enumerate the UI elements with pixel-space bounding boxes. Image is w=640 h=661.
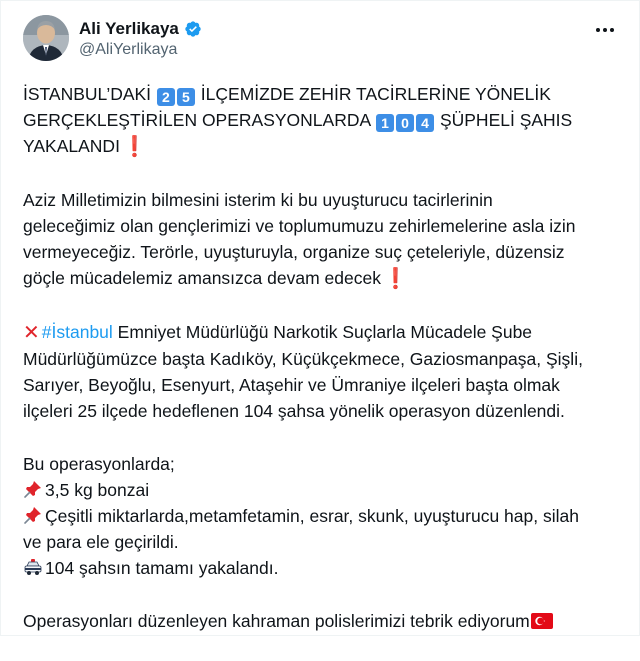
tweet-paragraph-operation: ✕ #İstanbul Emniyet Müdürlüğü Narkotik Su… [23,319,623,424]
text-line: Müdürlüğümüzce başta Kadıköy, Küçükçekme… [23,349,583,369]
closing-text: Operasyonları düzenleyen kahraman polisl… [23,611,530,631]
tweet-paragraph-closing: Operasyonları düzenleyen kahraman polisl… [23,608,623,634]
headline-text: GERÇEKLEŞTİRİLEN OPERASYONLARDA [23,110,371,130]
text-line: Sarıyer, Beyoğlu, Esenyurt, Ataşehir ve … [23,375,560,395]
text-line: Bu operasyonlarda; [23,454,175,474]
author-handle[interactable]: @AliYerlikaya [79,41,177,59]
keycap-digit-icon: 1 [376,114,395,132]
pushpin-icon [24,481,41,498]
keycap-digit-icon: 0 [396,114,415,132]
keycap-digit-icon: 4 [416,114,435,132]
pushpin-icon [24,507,41,524]
tweet-paragraph-statement: Aziz Milletimizin bilmesini isterim ki b… [23,187,623,292]
text-line: ilçeleri 25 ilçede hedeflenen 104 şahsa … [23,401,565,421]
text-line: geleceğimiz olan gençlerimizi ve toplumu… [23,216,576,236]
tweet-text: İSTANBUL’DAKİ 25 İLÇEMİZDE ZEHİR TACİRLE… [23,81,623,661]
avatar[interactable] [23,15,69,61]
text-line: Aziz Milletimizin bilmesini isterim ki b… [23,190,493,210]
tweet-paragraph-headline: İSTANBUL’DAKİ 25 İLÇEMİZDE ZEHİR TACİRLE… [23,81,623,160]
headline-text: YAKALANDI [23,136,120,156]
text-line: 3,5 kg bonzai [23,477,623,503]
statement-text: göçle mücadelemiz amansızca devam edecek [23,268,381,288]
text-line: GERÇEKLEŞTİRİLEN OPERASYONLARDA 104 ŞÜPH… [23,107,623,133]
text-line: ✕ #İstanbul Emniyet Müdürlüğü Narkotik Su… [23,319,623,346]
red-cross-mark-icon: ✕ [23,322,40,344]
red-exclamation-icon: ❗ [382,268,408,290]
headline-text: İSTANBUL’DAKİ [23,84,152,104]
police-car-icon [24,559,42,575]
tweet-paragraph-seizures: Bu operasyonlarda; 3,5 kg bonzai Çeşitli… [23,451,623,581]
text-line: 104 şahsın tamamı yakalandı. [23,555,623,581]
more-options-icon[interactable] [591,19,619,41]
text-line: göçle mücadelemiz amansızca devam edecek… [23,265,623,292]
seizure-text: 104 şahsın tamamı yakalandı. [45,558,279,578]
operation-text: Emniyet Müdürlüğü Narkotik Suçlarla Müca… [117,322,533,342]
red-exclamation-icon: ❗ [121,136,147,158]
keycap-digit-icon: 5 [176,88,195,106]
author-name[interactable]: Ali Yerlikaya [79,19,179,39]
seizure-text: 3,5 kg bonzai [45,480,150,500]
avatar-image [23,15,69,61]
text-line: İSTANBUL’DAKİ 25 İLÇEMİZDE ZEHİR TACİRLE… [23,81,623,107]
text-line: Operasyonları düzenleyen kahraman polisl… [23,608,623,634]
hashtag-link[interactable]: #İstanbul [42,322,113,342]
text-line: Çeşitli miktarlarda,metamfetamin, esrar,… [23,503,623,529]
headline-text: İLÇEMİZDE ZEHİR TACİRLERİNE YÖNELİK [200,84,551,104]
tweet-header: Ali Yerlikaya @AliYerlikaya [23,15,623,65]
keycap-digit-icon: 2 [156,88,175,106]
headline-text: ŞÜPHELİ ŞAHIS [439,110,573,130]
turkey-flag-icon [530,613,553,629]
text-line: vermeyeceğiz. Terörle, uyuşturuyla, orga… [23,242,565,262]
text-line: ve para ele geçirildi. [23,532,179,552]
verified-badge-icon [184,20,202,38]
text-line: YAKALANDI ❗ [23,133,623,160]
tweet-card: Ali Yerlikaya @AliYerlikaya İSTANBUL’DAK… [0,0,640,636]
author-name-row: Ali Yerlikaya [79,19,202,39]
seizure-text: Çeşitli miktarlarda,metamfetamin, esrar,… [45,506,579,526]
